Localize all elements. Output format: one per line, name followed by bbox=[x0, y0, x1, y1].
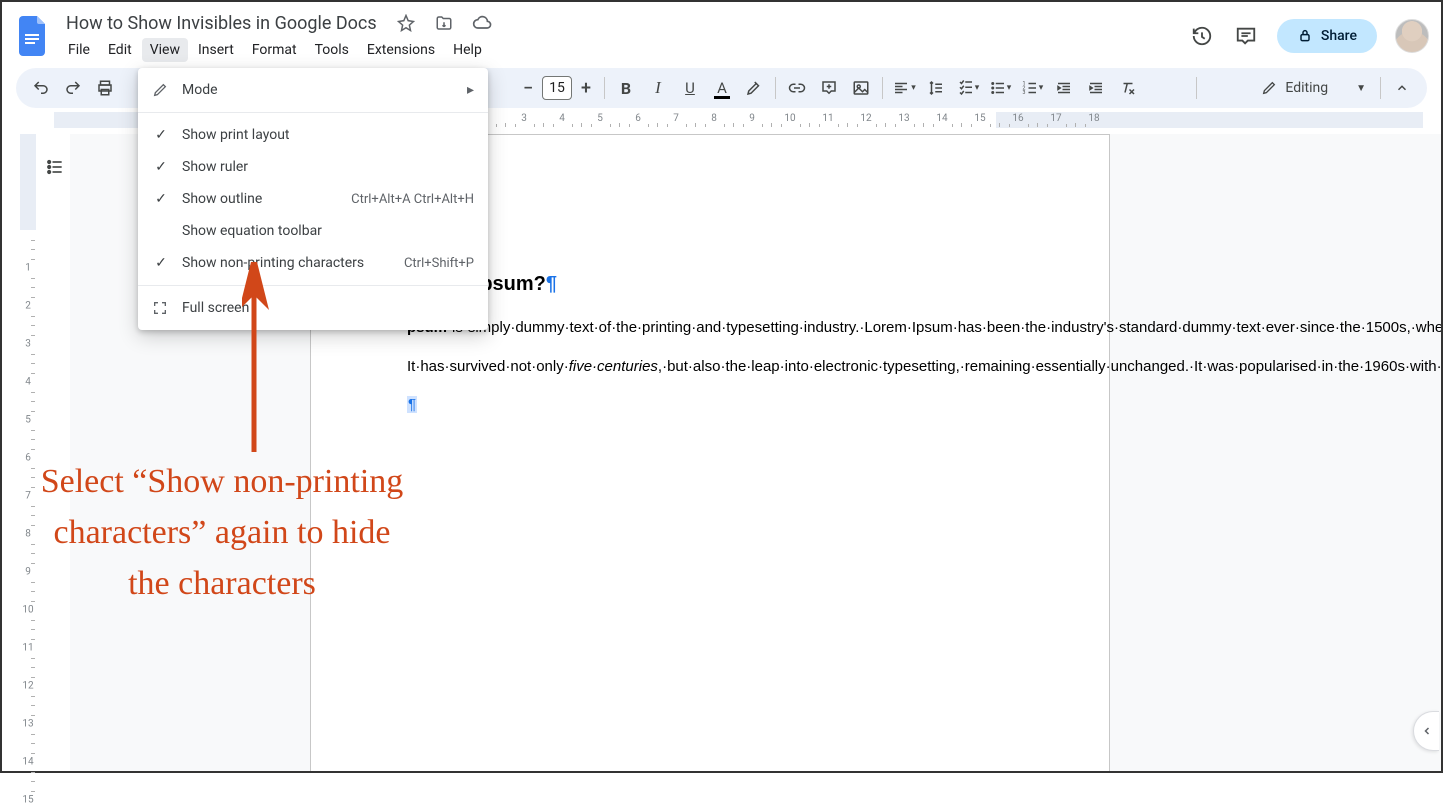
docs-logo-icon[interactable] bbox=[14, 10, 54, 62]
clear-formatting-button[interactable] bbox=[1113, 73, 1143, 103]
numbered-list-button[interactable]: 123▾ bbox=[1017, 73, 1047, 103]
menu-item-mode[interactable]: Mode ▸ bbox=[138, 74, 488, 106]
italic-button[interactable]: I bbox=[643, 73, 673, 103]
menu-item-shortcut: Ctrl+Shift+P bbox=[404, 256, 474, 271]
menu-format[interactable]: Format bbox=[244, 38, 305, 62]
mode-selector[interactable]: Editing ▼ bbox=[1253, 76, 1374, 100]
insert-link-button[interactable] bbox=[782, 73, 812, 103]
separator bbox=[882, 77, 883, 99]
pilcrow-icon: ¶ bbox=[407, 396, 417, 413]
vertical-ruler[interactable]: 123456789101112131415 bbox=[20, 134, 36, 771]
font-size-control: − 15 + bbox=[516, 75, 598, 101]
separator bbox=[1196, 77, 1197, 99]
separator bbox=[138, 285, 488, 286]
pencil-icon bbox=[152, 82, 170, 98]
header-right: Share bbox=[1189, 19, 1429, 53]
menu-extensions[interactable]: Extensions bbox=[359, 38, 443, 62]
line-spacing-button[interactable] bbox=[921, 73, 951, 103]
decrease-indent-button[interactable] bbox=[1049, 73, 1079, 103]
app-header: How to Show Invisibles in Google Docs Fi… bbox=[2, 2, 1441, 64]
font-size-increase[interactable]: + bbox=[574, 78, 598, 99]
separator bbox=[138, 112, 488, 113]
share-button[interactable]: Share bbox=[1277, 19, 1377, 53]
menu-item-label: Show print layout bbox=[182, 127, 462, 143]
menu-item[interactable]: ✓ Show ruler bbox=[138, 151, 488, 183]
collapse-toolbar-button[interactable] bbox=[1387, 73, 1417, 103]
menu-item-label: Show non-printing characters bbox=[182, 255, 392, 271]
checklist-button[interactable]: ▾ bbox=[953, 73, 983, 103]
menu-item-fullscreen[interactable]: Full screen bbox=[138, 292, 488, 324]
menu-item-label: Show outline bbox=[182, 191, 339, 207]
separator bbox=[775, 77, 776, 99]
pilcrow-icon: ¶ bbox=[546, 273, 557, 295]
move-icon[interactable] bbox=[431, 10, 457, 36]
document-paragraph[interactable]: ¶ bbox=[407, 394, 1013, 417]
text-color-button[interactable]: A bbox=[707, 73, 737, 103]
check-icon: ✓ bbox=[152, 255, 170, 271]
insert-image-button[interactable] bbox=[846, 73, 876, 103]
underline-button[interactable]: U bbox=[675, 73, 705, 103]
increase-indent-button[interactable] bbox=[1081, 73, 1111, 103]
highlight-button[interactable] bbox=[739, 73, 769, 103]
menu-edit[interactable]: Edit bbox=[100, 38, 140, 62]
svg-text:3: 3 bbox=[1022, 90, 1025, 96]
redo-button[interactable] bbox=[58, 73, 88, 103]
fullscreen-icon bbox=[152, 300, 170, 316]
bold-button[interactable]: B bbox=[611, 73, 641, 103]
title-area: How to Show Invisibles in Google Docs Fi… bbox=[60, 10, 495, 62]
add-comment-button[interactable] bbox=[814, 73, 844, 103]
menu-help[interactable]: Help bbox=[445, 38, 490, 62]
history-icon[interactable] bbox=[1189, 23, 1215, 49]
undo-button[interactable] bbox=[26, 73, 56, 103]
outline-toggle-button[interactable] bbox=[40, 152, 70, 182]
align-button[interactable]: ▾ bbox=[889, 73, 919, 103]
check-icon: ✓ bbox=[152, 191, 170, 207]
star-icon[interactable] bbox=[393, 10, 419, 36]
check-icon: ✓ bbox=[152, 159, 170, 175]
menu-view[interactable]: View bbox=[142, 38, 188, 62]
bulleted-list-button[interactable]: ▾ bbox=[985, 73, 1015, 103]
menu-tools[interactable]: Tools bbox=[307, 38, 357, 62]
menu-item[interactable]: Show equation toolbar bbox=[138, 215, 488, 247]
menu-item[interactable]: ✓ Show non-printing characters Ctrl+Shift+… bbox=[138, 247, 488, 279]
cloud-status-icon[interactable] bbox=[469, 10, 495, 36]
separator bbox=[1380, 77, 1381, 99]
mode-label: Editing bbox=[1285, 80, 1328, 96]
font-size-decrease[interactable]: − bbox=[516, 78, 540, 99]
document-paragraph[interactable]: psum·is·simply·dummy·text·of·the·printin… bbox=[407, 317, 1013, 340]
menu-item-label: Mode bbox=[182, 82, 455, 98]
separator bbox=[604, 77, 605, 99]
menu-insert[interactable]: Insert bbox=[190, 38, 242, 62]
print-button[interactable] bbox=[90, 73, 120, 103]
comments-icon[interactable] bbox=[1233, 23, 1259, 49]
document-paragraph[interactable]: It·has·survived·not·only·five·centuries,… bbox=[407, 356, 1013, 379]
document-heading[interactable]: Lorem·Ipsum?¶ bbox=[407, 269, 1013, 299]
menu-item-label: Show ruler bbox=[182, 159, 462, 175]
menu-item-shortcut: Ctrl+Alt+A Ctrl+Alt+H bbox=[351, 192, 474, 207]
user-avatar[interactable] bbox=[1395, 19, 1429, 53]
view-menu-dropdown: Mode ▸ ✓ Show print layout ✓ Show ruler ✓ Sho… bbox=[138, 68, 488, 330]
font-size-value[interactable]: 15 bbox=[542, 76, 572, 100]
share-label: Share bbox=[1321, 28, 1357, 44]
menu-file[interactable]: File bbox=[60, 38, 98, 62]
document-title[interactable]: How to Show Invisibles in Google Docs bbox=[60, 11, 383, 36]
menu-item-label: Full screen bbox=[182, 300, 474, 316]
menu-item[interactable]: ✓ Show print layout bbox=[138, 119, 488, 151]
menu-item[interactable]: ✓ Show outline Ctrl+Alt+A Ctrl+Alt+H bbox=[138, 183, 488, 215]
menu-bar: FileEditViewInsertFormatToolsExtensionsH… bbox=[60, 38, 495, 62]
chevron-right-icon: ▸ bbox=[467, 82, 474, 98]
check-icon: ✓ bbox=[152, 127, 170, 143]
menu-item-label: Show equation toolbar bbox=[182, 223, 462, 239]
